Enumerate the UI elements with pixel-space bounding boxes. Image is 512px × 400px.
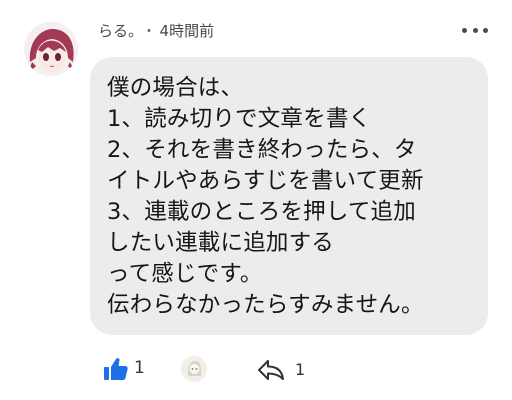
- header-separator: ・: [141, 22, 157, 40]
- more-dot: [462, 27, 467, 33]
- reply-count: 1: [295, 360, 306, 379]
- more-options-icon[interactable]: [462, 20, 488, 40]
- more-dot: [483, 27, 488, 33]
- reply-arrow-icon[interactable]: [257, 358, 285, 382]
- comment-line: 僕の場合は、: [107, 75, 244, 101]
- more-dot: [472, 27, 478, 33]
- like-count: 1: [134, 358, 145, 378]
- comment-line: って感じです。: [107, 261, 263, 287]
- comment-line: 3、連載のところを押して追加: [107, 199, 416, 225]
- author-avatar[interactable]: [24, 22, 78, 76]
- comment-bubble: 僕の場合は、 1、読み切りで文章を書く 2、それを書き終わったら、タ イトルやあ…: [90, 57, 488, 335]
- comment-line: イトルやあらすじを書いて更新: [107, 168, 424, 194]
- comment-actions: 1 1: [0, 348, 512, 392]
- comment-line: したい連載に追加する: [107, 230, 335, 256]
- comment-line: 伝わらなかったらすみません。: [107, 292, 424, 318]
- author-name[interactable]: らる。: [98, 22, 136, 40]
- comment-header: らる。・ 4時間前: [98, 20, 214, 41]
- thumbs-up-icon[interactable]: [103, 356, 129, 382]
- avatar-image: [24, 22, 78, 76]
- timestamp: 4時間前: [159, 22, 215, 40]
- reactor-avatar[interactable]: [181, 356, 207, 382]
- comment-line: 1、読み切りで文章を書く: [107, 106, 372, 132]
- comment-line: 2、それを書き終わったら、タ: [107, 137, 417, 163]
